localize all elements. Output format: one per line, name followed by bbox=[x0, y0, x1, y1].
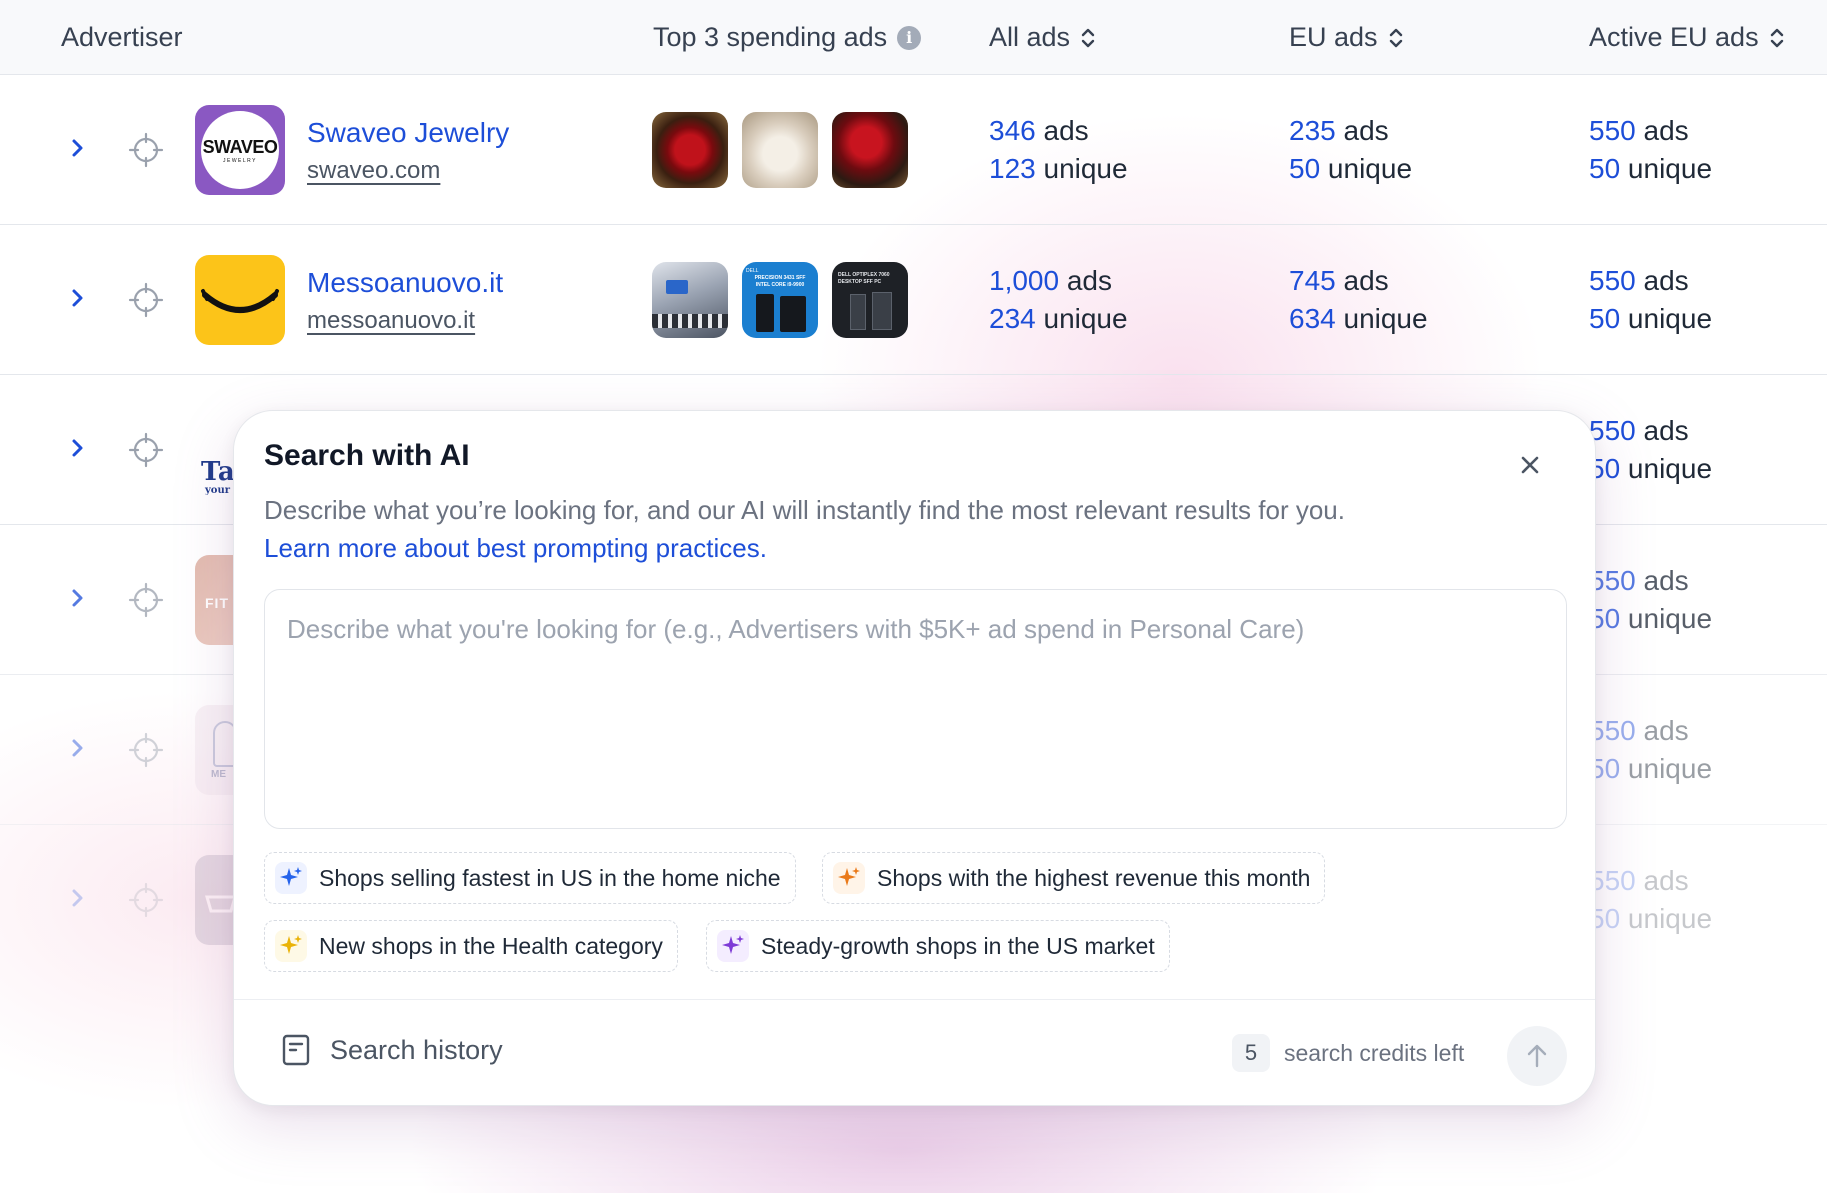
submit-button[interactable] bbox=[1507, 1026, 1567, 1086]
chip-label: Steady-growth shops in the US market bbox=[761, 932, 1155, 959]
all-ads-unique: 123 unique bbox=[989, 153, 1128, 184]
search-history-button[interactable]: Search history bbox=[282, 1034, 503, 1066]
active-eu-ads-count: 550 ads bbox=[1589, 865, 1689, 896]
modal-title: Search with AI bbox=[264, 439, 470, 472]
ad-thumbnail[interactable] bbox=[652, 262, 728, 338]
all-ads-unique: 234 unique bbox=[989, 303, 1128, 334]
active-eu-ads-count: 550 ads bbox=[1589, 565, 1689, 596]
ad-thumbnail[interactable] bbox=[832, 112, 908, 188]
column-header-all-ads[interactable]: All ads bbox=[989, 22, 1096, 53]
chevron-right-icon[interactable] bbox=[68, 883, 88, 913]
sort-icon[interactable] bbox=[1769, 25, 1785, 51]
column-header-label: EU ads bbox=[1289, 22, 1378, 52]
modal-description: Describe what you’re looking for, and ou… bbox=[264, 495, 1345, 525]
all-ads-count: 346 ads bbox=[989, 115, 1089, 146]
prompting-practices-link[interactable]: Learn more about best prompting practice… bbox=[264, 533, 767, 564]
eu-ads-unique: 634 unique bbox=[1289, 303, 1428, 334]
sparkle-icon bbox=[275, 930, 307, 962]
search-with-ai-modal: Search with AI Describe what you’re look… bbox=[233, 410, 1596, 1106]
credits-label: search credits left bbox=[1284, 1039, 1465, 1066]
active-eu-ads-count: 550 ads bbox=[1589, 265, 1689, 296]
credits-count: 5 bbox=[1232, 1034, 1270, 1072]
column-header-top3: Top 3 spending ads i bbox=[653, 22, 922, 53]
chip-label: New shops in the Health category bbox=[319, 932, 663, 959]
column-header-label: Top 3 spending ads bbox=[653, 22, 888, 52]
column-header-label: All ads bbox=[989, 22, 1071, 52]
chevron-right-icon[interactable] bbox=[68, 583, 88, 613]
advertiser-logo: SWAVEO JEWELRY bbox=[195, 105, 285, 195]
table-row[interactable]: SWAVEO JEWELRY Swaveo Jewelry swaveo.com… bbox=[0, 75, 1827, 225]
history-document-icon bbox=[282, 1034, 310, 1066]
chip-label: Shops with the highest revenue this mont… bbox=[877, 864, 1311, 891]
sparkle-icon bbox=[717, 930, 749, 962]
eu-ads-unique: 50 unique bbox=[1289, 153, 1413, 184]
modal-footer: Search history 5 search credits left bbox=[234, 999, 1595, 1105]
sort-icon[interactable] bbox=[1388, 25, 1404, 51]
eu-ads-count: 235 ads bbox=[1289, 115, 1389, 146]
eu-ads-count: 745 ads bbox=[1289, 265, 1389, 296]
active-eu-ads-unique: 50 unique bbox=[1589, 303, 1713, 334]
ad-thumbnail[interactable]: DELL OPTIPLEX 7060 DESKTOP SFF PC bbox=[832, 262, 908, 338]
suggestion-chip[interactable]: Shops selling fastest in US in the home … bbox=[264, 852, 796, 904]
search-history-label: Search history bbox=[330, 1034, 503, 1065]
column-header-active-eu-ads[interactable]: Active EU ads bbox=[1589, 22, 1785, 53]
chevron-right-icon[interactable] bbox=[68, 133, 88, 163]
advertiser-url[interactable]: swaveo.com bbox=[307, 157, 440, 185]
table-header: Advertiser Top 3 spending ads i All ads … bbox=[0, 0, 1827, 75]
prompt-input-box[interactable] bbox=[264, 589, 1567, 829]
table-row[interactable]: Messoanuovo.it messoanuovo.it DELL PRECI… bbox=[0, 225, 1827, 375]
crosshair-icon[interactable] bbox=[128, 132, 164, 168]
advertiser-name[interactable]: Swaveo Jewelry bbox=[307, 117, 509, 149]
crosshair-icon[interactable] bbox=[128, 882, 164, 918]
info-icon[interactable]: i bbox=[897, 25, 922, 50]
column-header-advertiser[interactable]: Advertiser bbox=[61, 22, 183, 53]
advertiser-url[interactable]: messoanuovo.it bbox=[307, 307, 475, 335]
crosshair-icon[interactable] bbox=[128, 732, 164, 768]
arrow-up-icon bbox=[1527, 1044, 1547, 1068]
column-header-label: Active EU ads bbox=[1589, 22, 1759, 52]
sparkle-icon bbox=[833, 862, 865, 894]
ad-thumbnail[interactable]: DELL PRECISION 3431 SFF INTEL CORE i9-99… bbox=[742, 262, 818, 338]
active-eu-ads-count: 550 ads bbox=[1589, 115, 1689, 146]
crosshair-icon[interactable] bbox=[128, 432, 164, 468]
sort-icon[interactable] bbox=[1080, 25, 1096, 51]
advertiser-name[interactable]: Messoanuovo.it bbox=[307, 267, 503, 299]
active-eu-ads-count: 550 ads bbox=[1589, 715, 1689, 746]
logo-text: SWAVEO bbox=[202, 136, 278, 157]
logo-subtext: JEWELRY bbox=[222, 157, 258, 164]
column-header-label: Advertiser bbox=[61, 22, 183, 52]
crosshair-icon[interactable] bbox=[128, 582, 164, 618]
ad-thumbnail[interactable] bbox=[652, 112, 728, 188]
active-eu-ads-unique: 50 unique bbox=[1589, 603, 1713, 634]
suggestion-chip[interactable]: Steady-growth shops in the US market bbox=[706, 920, 1170, 972]
close-icon[interactable] bbox=[1516, 451, 1544, 479]
active-eu-ads-unique: 50 unique bbox=[1589, 903, 1713, 934]
search-credits: 5 search credits left bbox=[1232, 1034, 1464, 1072]
sparkle-icon bbox=[275, 862, 307, 894]
suggestion-chip[interactable]: New shops in the Health category bbox=[264, 920, 678, 972]
ad-thumbnail[interactable] bbox=[742, 112, 818, 188]
prompt-input[interactable] bbox=[265, 590, 1566, 828]
active-eu-ads-unique: 50 unique bbox=[1589, 453, 1713, 484]
advertiser-logo bbox=[195, 255, 285, 345]
active-eu-ads-count: 550 ads bbox=[1589, 415, 1689, 446]
chip-label: Shops selling fastest in US in the home … bbox=[319, 864, 781, 891]
suggestion-chip[interactable]: Shops with the highest revenue this mont… bbox=[822, 852, 1326, 904]
chevron-right-icon[interactable] bbox=[68, 733, 88, 763]
smile-logo-icon bbox=[201, 289, 279, 313]
column-header-eu-ads[interactable]: EU ads bbox=[1289, 22, 1404, 53]
active-eu-ads-unique: 50 unique bbox=[1589, 153, 1713, 184]
crosshair-icon[interactable] bbox=[128, 282, 164, 318]
all-ads-count: 1,000 ads bbox=[989, 265, 1113, 296]
chevron-right-icon[interactable] bbox=[68, 433, 88, 463]
chevron-right-icon[interactable] bbox=[68, 283, 88, 313]
active-eu-ads-unique: 50 unique bbox=[1589, 753, 1713, 784]
